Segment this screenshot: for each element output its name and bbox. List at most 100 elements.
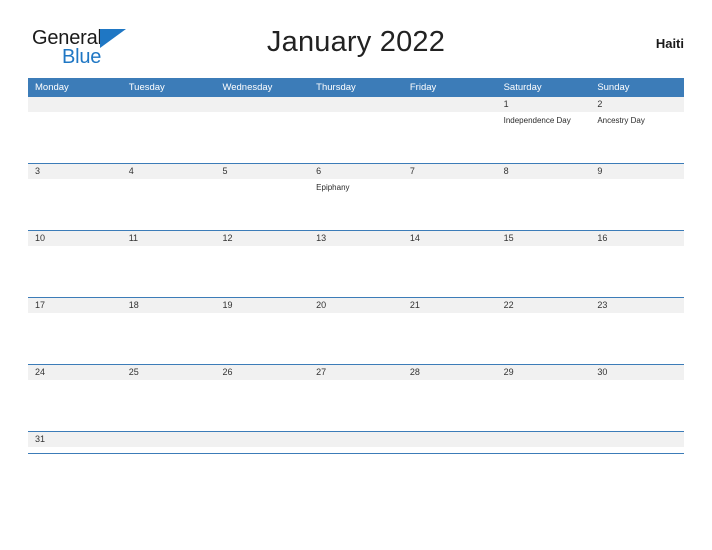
week-row: 10 11 12 13 14 15 16	[28, 230, 684, 297]
day-number[interactable]: 13	[309, 231, 403, 246]
day-number[interactable]: 1	[497, 97, 591, 112]
day-event	[309, 246, 403, 297]
day-number[interactable]: 30	[590, 365, 684, 380]
day-number[interactable]	[403, 97, 497, 112]
week-date-strip: 1 2	[28, 97, 684, 112]
day-number[interactable]: 28	[403, 365, 497, 380]
week-date-strip: 3 4 5 6 7 8 9	[28, 164, 684, 179]
day-number[interactable]: 18	[122, 298, 216, 313]
day-event	[122, 246, 216, 297]
week-event-strip: Independence Day Ancestry Day	[28, 112, 684, 163]
week-date-strip: 17 18 19 20 21 22 23	[28, 298, 684, 313]
day-event	[28, 179, 122, 230]
day-number[interactable]: 9	[590, 164, 684, 179]
day-event	[28, 112, 122, 163]
week-date-strip: 24 25 26 27 28 29 30	[28, 365, 684, 380]
week-event-strip	[28, 447, 684, 453]
day-number[interactable]: 5	[215, 164, 309, 179]
day-event	[497, 380, 591, 431]
weekday-thursday: Thursday	[316, 82, 356, 93]
weekday-tuesday: Tuesday	[128, 82, 165, 93]
day-event	[309, 447, 403, 453]
day-number[interactable]: 22	[497, 298, 591, 313]
day-event: Epiphany	[316, 183, 350, 192]
week-event-strip	[28, 246, 684, 297]
day-event	[122, 313, 216, 364]
day-event: Independence Day	[503, 116, 571, 125]
day-event	[403, 112, 497, 163]
week-event-strip: Epiphany	[28, 179, 684, 230]
day-event	[309, 112, 403, 163]
country-label: Haiti	[655, 36, 684, 51]
day-event	[215, 313, 309, 364]
day-number[interactable]	[122, 97, 216, 112]
day-number[interactable]: 27	[309, 365, 403, 380]
day-number[interactable]	[497, 432, 591, 447]
day-number[interactable]: 8	[497, 164, 591, 179]
week-date-strip: 31	[28, 432, 684, 447]
day-number[interactable]: 10	[28, 231, 122, 246]
day-event	[590, 179, 684, 230]
day-number[interactable]: 7	[403, 164, 497, 179]
day-event	[122, 447, 216, 453]
day-number[interactable]: 29	[497, 365, 591, 380]
day-number[interactable]: 24	[28, 365, 122, 380]
day-event	[122, 112, 216, 163]
week-row: 31	[28, 431, 684, 454]
weekday-monday: Monday	[35, 82, 69, 93]
page-title: January 2022	[266, 26, 446, 58]
day-number[interactable]: 12	[215, 231, 309, 246]
day-number[interactable]: 31	[28, 432, 122, 447]
day-event	[28, 246, 122, 297]
day-event	[28, 313, 122, 364]
day-number[interactable]	[403, 432, 497, 447]
week-event-strip	[28, 380, 684, 431]
day-event	[590, 313, 684, 364]
day-number[interactable]: 4	[122, 164, 216, 179]
day-number[interactable]: 2	[590, 97, 684, 112]
day-number[interactable]: 17	[28, 298, 122, 313]
day-event	[122, 179, 216, 230]
day-number[interactable]: 15	[497, 231, 591, 246]
day-number[interactable]	[309, 97, 403, 112]
day-event	[403, 179, 497, 230]
day-number[interactable]	[215, 97, 309, 112]
day-event	[497, 179, 591, 230]
day-number[interactable]	[122, 432, 216, 447]
day-number[interactable]: 20	[309, 298, 403, 313]
day-number[interactable]: 3	[28, 164, 122, 179]
day-event	[403, 380, 497, 431]
day-event	[590, 246, 684, 297]
day-number[interactable]: 26	[215, 365, 309, 380]
week-row: 3 4 5 6 7 8 9 Epiphany	[28, 163, 684, 230]
weekday-header-row: Monday Tuesday Wednesday Thursday Friday…	[28, 78, 684, 97]
day-number[interactable]: 11	[122, 231, 216, 246]
day-number[interactable]	[309, 432, 403, 447]
weekday-wednesday: Wednesday	[222, 82, 273, 93]
day-event	[215, 447, 309, 453]
day-number[interactable]: 23	[590, 298, 684, 313]
day-event	[497, 313, 591, 364]
day-event	[403, 313, 497, 364]
day-number[interactable]	[28, 97, 122, 112]
day-event	[497, 447, 591, 453]
day-event	[590, 447, 684, 453]
weekday-sunday: Sunday	[597, 82, 630, 93]
day-event	[215, 380, 309, 431]
day-number[interactable]: 14	[403, 231, 497, 246]
day-event	[309, 380, 403, 431]
day-number[interactable]	[215, 432, 309, 447]
day-number[interactable]: 19	[215, 298, 309, 313]
day-number[interactable]: 6	[309, 164, 403, 179]
day-event	[309, 313, 403, 364]
day-event	[590, 380, 684, 431]
calendar-grid: Monday Tuesday Wednesday Thursday Friday…	[28, 78, 684, 454]
day-event	[122, 380, 216, 431]
day-number[interactable]: 25	[122, 365, 216, 380]
day-number[interactable]	[590, 432, 684, 447]
day-number[interactable]: 16	[590, 231, 684, 246]
weekday-friday: Friday	[409, 82, 437, 93]
day-event	[403, 447, 497, 453]
day-number[interactable]: 21	[403, 298, 497, 313]
day-event	[215, 112, 309, 163]
